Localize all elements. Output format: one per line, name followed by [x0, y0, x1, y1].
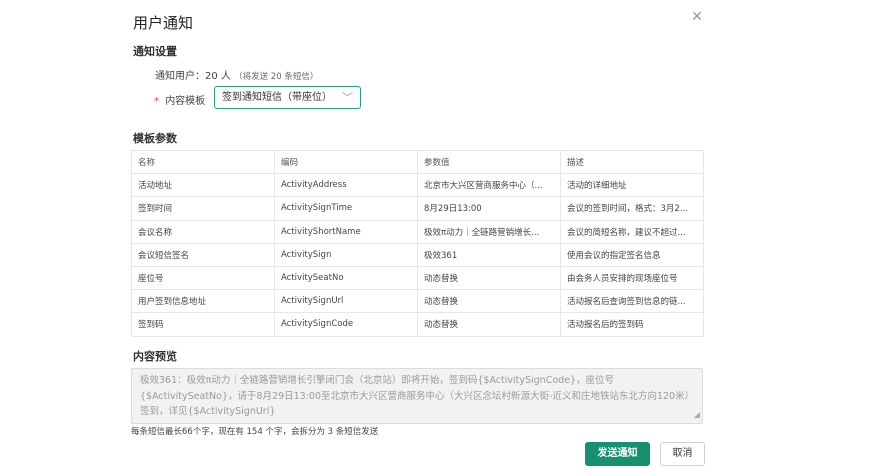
preview-textarea: 极效361：极效π动力｜全链路营销增长引擎闭门会（北京站）即将开始，签到码{$A… [131, 368, 703, 424]
table-row: 活动地址 ActivityAddress 北京市大兴区营商服务中心（... 活动… [131, 173, 704, 198]
params-table: 名称 编码 参数值 描述 活动地址 ActivityAddress 北京市大兴区… [131, 149, 704, 337]
cell-name: 活动地址 [131, 173, 275, 198]
table-row: 用户签到信息地址 ActivitySignUrl 动态替换 活动报名后查询签到信… [131, 289, 704, 314]
settings-section-title: 通知设置 [133, 45, 177, 58]
cell-code: ActivitySign [274, 242, 418, 267]
dialog-title: 用户通知 [133, 14, 194, 32]
column-header-name: 名称 [131, 149, 275, 175]
cell-name: 用户签到信息地址 [131, 289, 275, 314]
cell-name: 会议短信签名 [131, 242, 275, 267]
cell-description: 使用会议的指定签名信息 [560, 242, 704, 267]
notify-users-label: 通知用户：20 人 [155, 71, 231, 82]
table-row: 会议短信签名 ActivitySign 极效361 使用会议的指定签名信息 [131, 242, 704, 267]
preview-section-title: 内容预览 [133, 350, 177, 363]
cell-value: 极效π动力｜全链路营销增长... [417, 219, 561, 244]
cell-name: 座位号 [131, 265, 275, 291]
cell-name: 签到时间 [131, 196, 275, 221]
cell-code: ActivityAddress [274, 173, 418, 198]
notify-users-info: 通知用户：20 人 （将发送 20 条短信） [155, 67, 318, 82]
table-row: 座位号 ActivitySeatNo 动态替换 由会务人员安排的现场座位号 [131, 265, 704, 291]
table-header-row: 名称 编码 参数值 描述 [131, 149, 704, 175]
cell-description: 活动的详细地址 [560, 173, 704, 198]
cell-value: 动态替换 [417, 289, 561, 314]
template-label-text: 内容模板 [165, 96, 206, 107]
column-header-description: 描述 [560, 149, 704, 175]
cell-code: ActivitySeatNo [274, 265, 418, 291]
template-select-value: 签到通知短信（带座位） [222, 92, 332, 103]
cell-code: ActivitySignCode [274, 312, 418, 337]
params-section-title: 模板参数 [133, 132, 177, 145]
chevron-down-icon: ﹀ [342, 91, 353, 104]
cell-name: 会议名称 [131, 219, 275, 244]
cell-description: 会议的签到时间，格式：3月2... [560, 196, 704, 221]
cell-value: 极效361 [417, 242, 561, 267]
cell-value: 动态替换 [417, 265, 561, 291]
cell-code: ActivityShortName [274, 219, 418, 244]
cell-name: 签到码 [131, 312, 275, 337]
template-select[interactable]: 签到通知短信（带座位） ﹀ [214, 86, 361, 109]
cell-code: ActivitySignUrl [274, 289, 418, 314]
cell-description: 由会务人员安排的现场座位号 [560, 265, 704, 291]
cell-code: ActivitySignTime [274, 196, 418, 221]
column-header-value: 参数值 [417, 149, 561, 175]
preview-text: 极效361：极效π动力｜全链路营销增长引擎闭门会（北京站）即将开始，签到码{$A… [140, 375, 690, 417]
cancel-button[interactable]: 取消 [660, 442, 705, 466]
send-notification-button[interactable]: 发送通知 [585, 442, 650, 466]
table-row: 会议名称 ActivityShortName 极效π动力｜全链路营销增长... … [131, 219, 704, 244]
table-row: 签到时间 ActivitySignTime 8月29日13:00 会议的签到时间… [131, 196, 704, 221]
column-header-code: 编码 [274, 149, 418, 175]
cell-description: 活动报名后的签到码 [560, 312, 704, 337]
template-label: * 内容模板 [154, 92, 205, 107]
cell-value: 动态替换 [417, 312, 561, 337]
close-icon[interactable]: ✕ [690, 10, 704, 24]
notify-users-hint: （将发送 20 条短信） [234, 72, 319, 82]
cell-description: 会议的简短名称，建议不超过... [560, 219, 704, 244]
cell-value: 8月29日13:00 [417, 196, 561, 221]
sms-split-note: 每条短信最长66个字，现在有 154 个字，会拆分为 3 条短信发送 [131, 427, 379, 437]
cell-description: 活动报名后查询签到信息的链... [560, 289, 704, 314]
required-mark: * [154, 96, 159, 107]
resize-grip-icon: ◢ [693, 409, 700, 419]
cell-value: 北京市大兴区营商服务中心（... [417, 173, 561, 198]
table-row: 签到码 ActivitySignCode 动态替换 活动报名后的签到码 [131, 312, 704, 337]
